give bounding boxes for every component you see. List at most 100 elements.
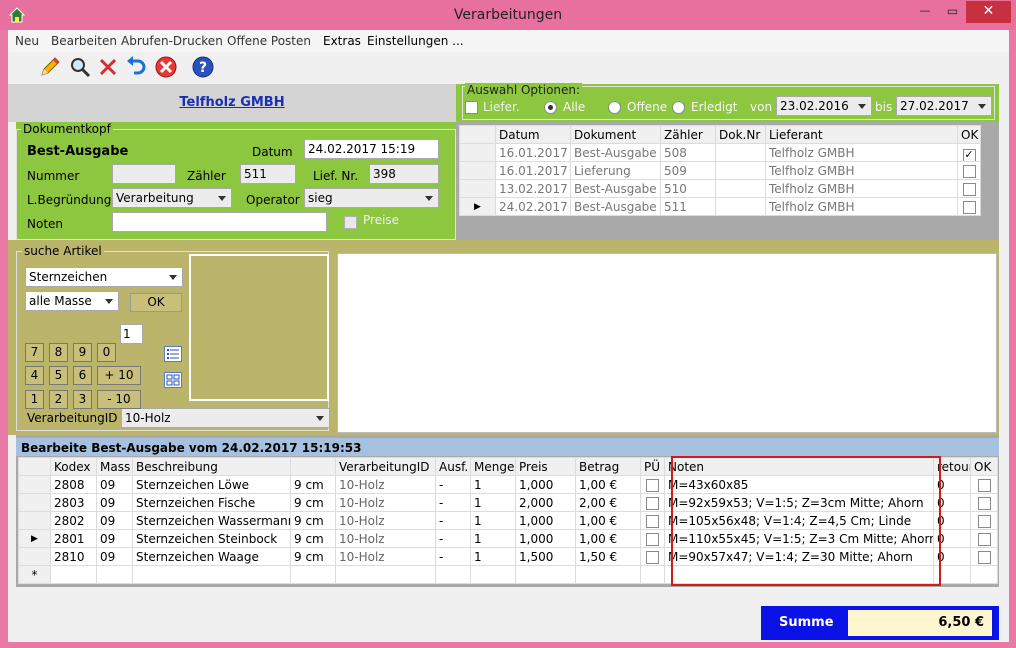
cell-datum: 24.02.2017 [495,197,571,216]
cell-verarb: 10-Holz [335,529,436,548]
ok-checkbox[interactable] [962,182,976,196]
numpad-key[interactable]: + 10 [97,366,141,385]
masse-select[interactable]: alle Masse [25,291,119,311]
numpad-key[interactable]: 9 [73,343,92,362]
pue-checkbox[interactable] [646,532,659,546]
col-verarbeitungid[interactable]: VerarbeitungID [335,457,436,476]
ok-checkbox[interactable] [977,496,991,510]
cell-datum: 16.01.2017 [495,161,571,180]
list-view-icon[interactable] [164,346,182,362]
document-row[interactable]: 16.01.2017 Lieferung 509 Telfholz GMBH [459,161,981,180]
ok-checkbox[interactable]: ✓ [962,149,976,161]
numpad-key[interactable]: 0 [97,343,116,362]
col-mass[interactable]: Mass [96,457,133,476]
grid-view-icon[interactable] [164,372,182,388]
row-indicator [18,547,51,566]
menu-extras[interactable]: Extras [323,34,361,48]
pue-checkbox[interactable] [646,496,659,510]
menu-bearbeiten[interactable]: Bearbeiten [51,34,117,48]
menu-einstellungen[interactable]: Einstellungen ... [367,34,464,48]
menu-neu[interactable]: Neu [15,34,39,48]
col-beschreibung[interactable]: Beschreibung [132,457,291,476]
bis-date-picker[interactable]: 27.02.2017 [896,96,992,116]
menu-offene-posten[interactable]: Offene Posten [227,34,311,48]
ok-checkbox[interactable] [977,478,991,492]
operator-select[interactable]: sieg [304,188,439,208]
pue-checkbox[interactable] [646,478,659,492]
document-row[interactable]: 16.01.2017 Best-Ausgabe 508 Telfholz GMBH ✓ [459,143,981,162]
company-header: Telfholz GMBH [8,84,456,122]
close-button[interactable]: ✕ [966,1,1011,23]
col-lieferant[interactable]: Lieferant [765,125,958,144]
ok-button[interactable]: OK [130,293,182,312]
stop-icon[interactable] [154,55,178,79]
ok-checkbox[interactable] [977,550,991,564]
cell-beschreibung: Sternzeichen Steinbock [132,529,291,548]
col-groesse[interactable] [290,457,336,476]
maximize-button[interactable]: ▭ [939,1,966,23]
undo-icon[interactable] [124,55,148,79]
liefer-checkbox[interactable] [465,101,478,114]
col-zaehler[interactable]: Zähler [660,125,716,144]
numpad-key[interactable]: 2 [49,390,68,409]
col-doknr[interactable]: Dok.Nr [715,125,766,144]
zaehler-field[interactable]: 511 [240,164,296,184]
nummer-field[interactable] [112,164,176,184]
numpad-key[interactable]: 4 [25,366,44,385]
col-kodex[interactable]: Kodex [50,457,97,476]
document-row[interactable]: ▶ 24.02.2017 Best-Ausgabe 511 Telfholz GMBH [459,197,981,216]
begruendung-select[interactable]: Verarbeitung [112,188,232,208]
col-pue[interactable]: PÜ [640,457,665,476]
preise-checkbox[interactable] [344,216,357,229]
help-icon[interactable]: ? [191,55,215,79]
von-date-picker[interactable]: 23.02.2016 [776,96,872,116]
liefnr-field[interactable]: 398 [369,164,439,184]
cell-ok [970,511,998,530]
ok-checkbox[interactable] [962,200,976,214]
datum-field[interactable]: 24.02.2017 15:19 [304,139,439,159]
summe-label: Summe [779,615,834,630]
cell-dokument: Lieferung [570,161,661,180]
new-row-cell [50,565,97,584]
numpad-key[interactable]: 3 [73,390,92,409]
company-link[interactable]: Telfholz GMBH [8,95,456,110]
auswahl-panel: Auswahl Optionen: Liefer. Alle Offene Er… [456,83,999,122]
cell-kodex: 2808 [50,475,97,494]
numpad-key[interactable]: 6 [73,366,92,385]
numpad-key[interactable]: 5 [49,366,68,385]
cell-menge: 1 [470,511,516,530]
col-menge[interactable]: Menge [470,457,516,476]
article-list-area[interactable] [337,253,997,433]
pencil-icon[interactable] [38,55,62,79]
verarbeitung-select[interactable]: 10-Holz [121,408,330,428]
col-betrag[interactable]: Betrag [575,457,641,476]
magnifier-icon[interactable] [68,55,92,79]
radio-offene[interactable] [608,101,621,114]
col-ausf[interactable]: Ausf. [435,457,471,476]
col-ok[interactable]: OK [957,125,981,144]
col-preis[interactable]: Preis [515,457,576,476]
delete-x-icon[interactable] [96,55,120,79]
ok-checkbox[interactable] [977,514,991,528]
menu-abrufen-drucken[interactable]: Abrufen-Drucken [121,34,223,48]
cell-menge: 1 [470,475,516,494]
pue-checkbox[interactable] [646,514,659,528]
radio-alle[interactable] [544,101,557,114]
new-row-cell [470,565,516,584]
ok-checkbox[interactable] [977,532,991,546]
numpad-key[interactable]: - 10 [97,390,141,409]
pue-checkbox[interactable] [646,550,659,564]
document-row[interactable]: 13.02.2017 Best-Ausgabe 510 Telfholz GMBH [459,179,981,198]
col-ok[interactable]: OK [970,457,998,476]
ok-checkbox[interactable] [962,164,976,178]
numpad-key[interactable]: 8 [49,343,68,362]
radio-erledigt[interactable] [672,101,685,114]
noten-field[interactable] [112,212,327,232]
col-datum[interactable]: Datum [495,125,571,144]
numpad-key[interactable]: 1 [25,390,44,409]
minimize-button[interactable]: — [911,1,939,23]
numpad-key[interactable]: 7 [25,343,44,362]
col-dokument[interactable]: Dokument [570,125,661,144]
kategorie-select[interactable]: Sternzeichen [25,267,183,287]
quantity-field[interactable]: 1 [120,324,143,344]
